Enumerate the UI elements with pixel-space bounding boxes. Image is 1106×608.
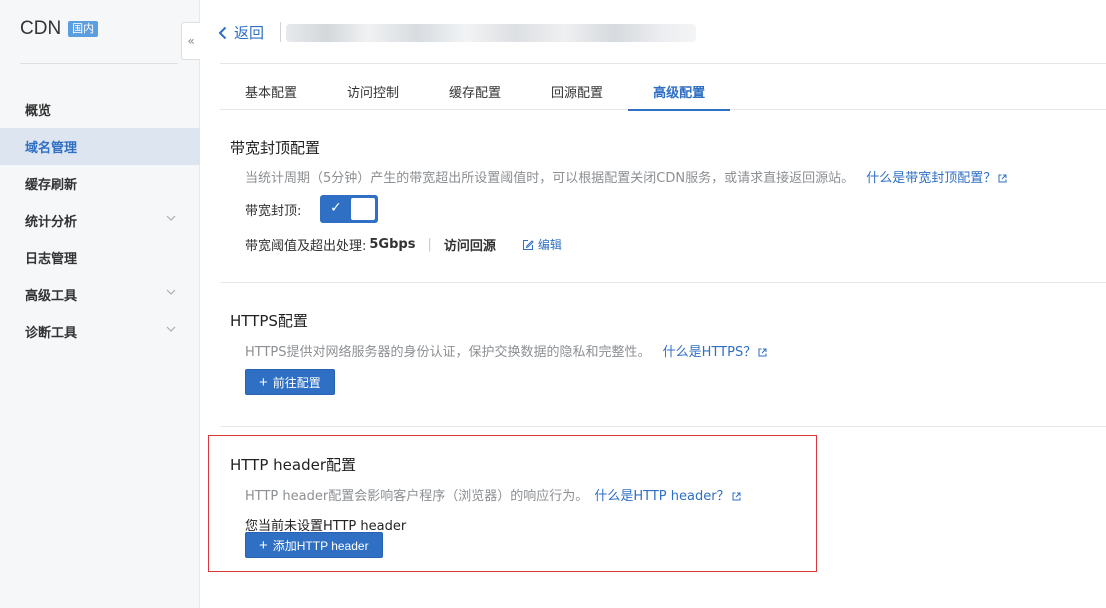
double-chevron-left-icon: « — [187, 34, 195, 48]
sidebar-collapse-button[interactable]: « — [181, 22, 200, 60]
sidebar-item-cache-refresh[interactable]: 缓存刷新 — [0, 165, 200, 202]
section-divider — [220, 426, 1106, 427]
back-label: 返回 — [234, 24, 265, 42]
plus-icon: + — [259, 536, 268, 554]
sidebar-item-logs[interactable]: 日志管理 — [0, 239, 200, 276]
threshold-value: 5Gbps — [369, 237, 416, 252]
header-divider — [280, 22, 281, 42]
sidebar-item-advanced-tools[interactable]: 高级工具 — [0, 276, 200, 313]
go-configure-https-button[interactable]: + 前往配置 — [245, 369, 335, 395]
tab-cache-config[interactable]: 缓存配置 — [424, 72, 526, 110]
http-header-description: HTTP header配置会影响客户程序（浏览器）的响应行为。 什么是HTTP … — [245, 485, 741, 504]
sidebar-item-label: 高级工具 — [25, 289, 78, 304]
region-badge: 国内 — [68, 21, 99, 37]
section-divider — [220, 282, 1106, 283]
threshold-separator: | — [427, 237, 432, 252]
tab-basic-config[interactable]: 基本配置 — [220, 72, 322, 110]
https-help-label: 什么是HTTPS？ — [662, 345, 757, 360]
bandwidth-switch-label: 带宽封顶: — [245, 204, 302, 219]
back-button[interactable]: 返回 — [218, 22, 264, 43]
chevron-down-icon — [166, 326, 176, 332]
edit-icon — [522, 239, 534, 250]
chevron-left-icon — [218, 26, 227, 39]
https-help-link[interactable]: 什么是HTTPS？ — [663, 345, 768, 360]
button-label: 添加HTTP header — [272, 538, 369, 553]
domain-title-redacted — [286, 24, 696, 42]
sidebar-item-statistics[interactable]: 统计分析 — [0, 202, 200, 239]
sidebar: CDN 国内 概览 域名管理 缓存刷新 统计分析 日志管理 高级工具 诊断工具 — [0, 0, 200, 608]
external-link-icon — [758, 348, 767, 357]
brand-title: CDN — [20, 18, 62, 39]
https-description: HTTPS提供对网络服务器的身份认证，保护交换数据的隐私和完整性。 什么是HTT… — [245, 341, 767, 360]
sidebar-item-label: 诊断工具 — [25, 326, 78, 341]
external-link-icon — [732, 492, 741, 501]
tab-access-control[interactable]: 访问控制 — [322, 72, 424, 110]
threshold-label: 带宽阈值及超出处理: — [245, 239, 367, 254]
add-http-header-button[interactable]: + 添加HTTP header — [245, 532, 383, 558]
brand-divider — [20, 63, 178, 64]
check-icon: ✓ — [330, 200, 342, 216]
toggle-knob — [351, 198, 375, 220]
https-section-title: HTTPS配置 — [230, 312, 308, 330]
chevron-down-icon — [166, 289, 176, 295]
brand: CDN 国内 — [20, 18, 99, 40]
header-divider-line — [220, 63, 1106, 64]
http-header-desc-text: HTTP header配置会影响客户程序（浏览器）的响应行为。 — [245, 489, 589, 504]
tab-advanced-config[interactable]: 高级配置 — [628, 72, 731, 111]
sidebar-item-diagnostic-tools[interactable]: 诊断工具 — [0, 313, 200, 350]
chevron-down-icon — [166, 215, 176, 221]
http-header-help-link[interactable]: 什么是HTTP header？ — [594, 489, 741, 504]
plus-icon: + — [259, 373, 268, 391]
sidebar-nav: 概览 域名管理 缓存刷新 统计分析 日志管理 高级工具 诊断工具 — [0, 91, 200, 350]
config-tabs: 基本配置 访问控制 缓存配置 回源配置 高级配置 — [220, 72, 1106, 111]
page-header: 返回 — [200, 0, 1106, 64]
tab-origin-config[interactable]: 回源配置 — [526, 72, 628, 110]
sidebar-item-label: 概览 — [25, 104, 52, 119]
bandwidth-help-label: 什么是带宽封顶配置？ — [866, 171, 997, 186]
external-link-icon — [998, 174, 1007, 183]
sidebar-item-label: 统计分析 — [25, 215, 78, 230]
edit-threshold-button[interactable]: 编辑 — [522, 236, 562, 253]
sidebar-item-overview[interactable]: 概览 — [0, 91, 200, 128]
sidebar-item-domain-management[interactable]: 域名管理 — [0, 128, 200, 165]
bandwidth-threshold-row: 带宽阈值及超出处理: 5Gbps | 访问回源 编辑 — [245, 235, 562, 254]
threshold-action: 访问回源 — [443, 239, 496, 254]
sidebar-item-label: 缓存刷新 — [25, 178, 78, 193]
sidebar-item-label: 域名管理 — [25, 141, 78, 156]
bandwidth-desc-text: 当统计周期（5分钟）产生的带宽超出所设置阈值时，可以根据配置关闭CDN服务，或请… — [245, 171, 855, 186]
bandwidth-cap-toggle[interactable]: ✓ — [320, 195, 378, 223]
bandwidth-help-link[interactable]: 什么是带宽封顶配置？ — [866, 171, 1007, 186]
bandwidth-description: 当统计周期（5分钟）产生的带宽超出所设置阈值时，可以根据配置关闭CDN服务，或请… — [245, 167, 1007, 186]
https-desc-text: HTTPS提供对网络服务器的身份认证，保护交换数据的隐私和完整性。 — [245, 345, 651, 360]
http-header-help-label: 什么是HTTP header？ — [594, 489, 730, 504]
bandwidth-section-title: 带宽封顶配置 — [230, 139, 321, 157]
http-header-section-title: HTTP header配置 — [230, 456, 356, 474]
edit-label: 编辑 — [537, 238, 562, 252]
sidebar-item-label: 日志管理 — [25, 252, 78, 267]
button-label: 前往配置 — [272, 375, 321, 390]
